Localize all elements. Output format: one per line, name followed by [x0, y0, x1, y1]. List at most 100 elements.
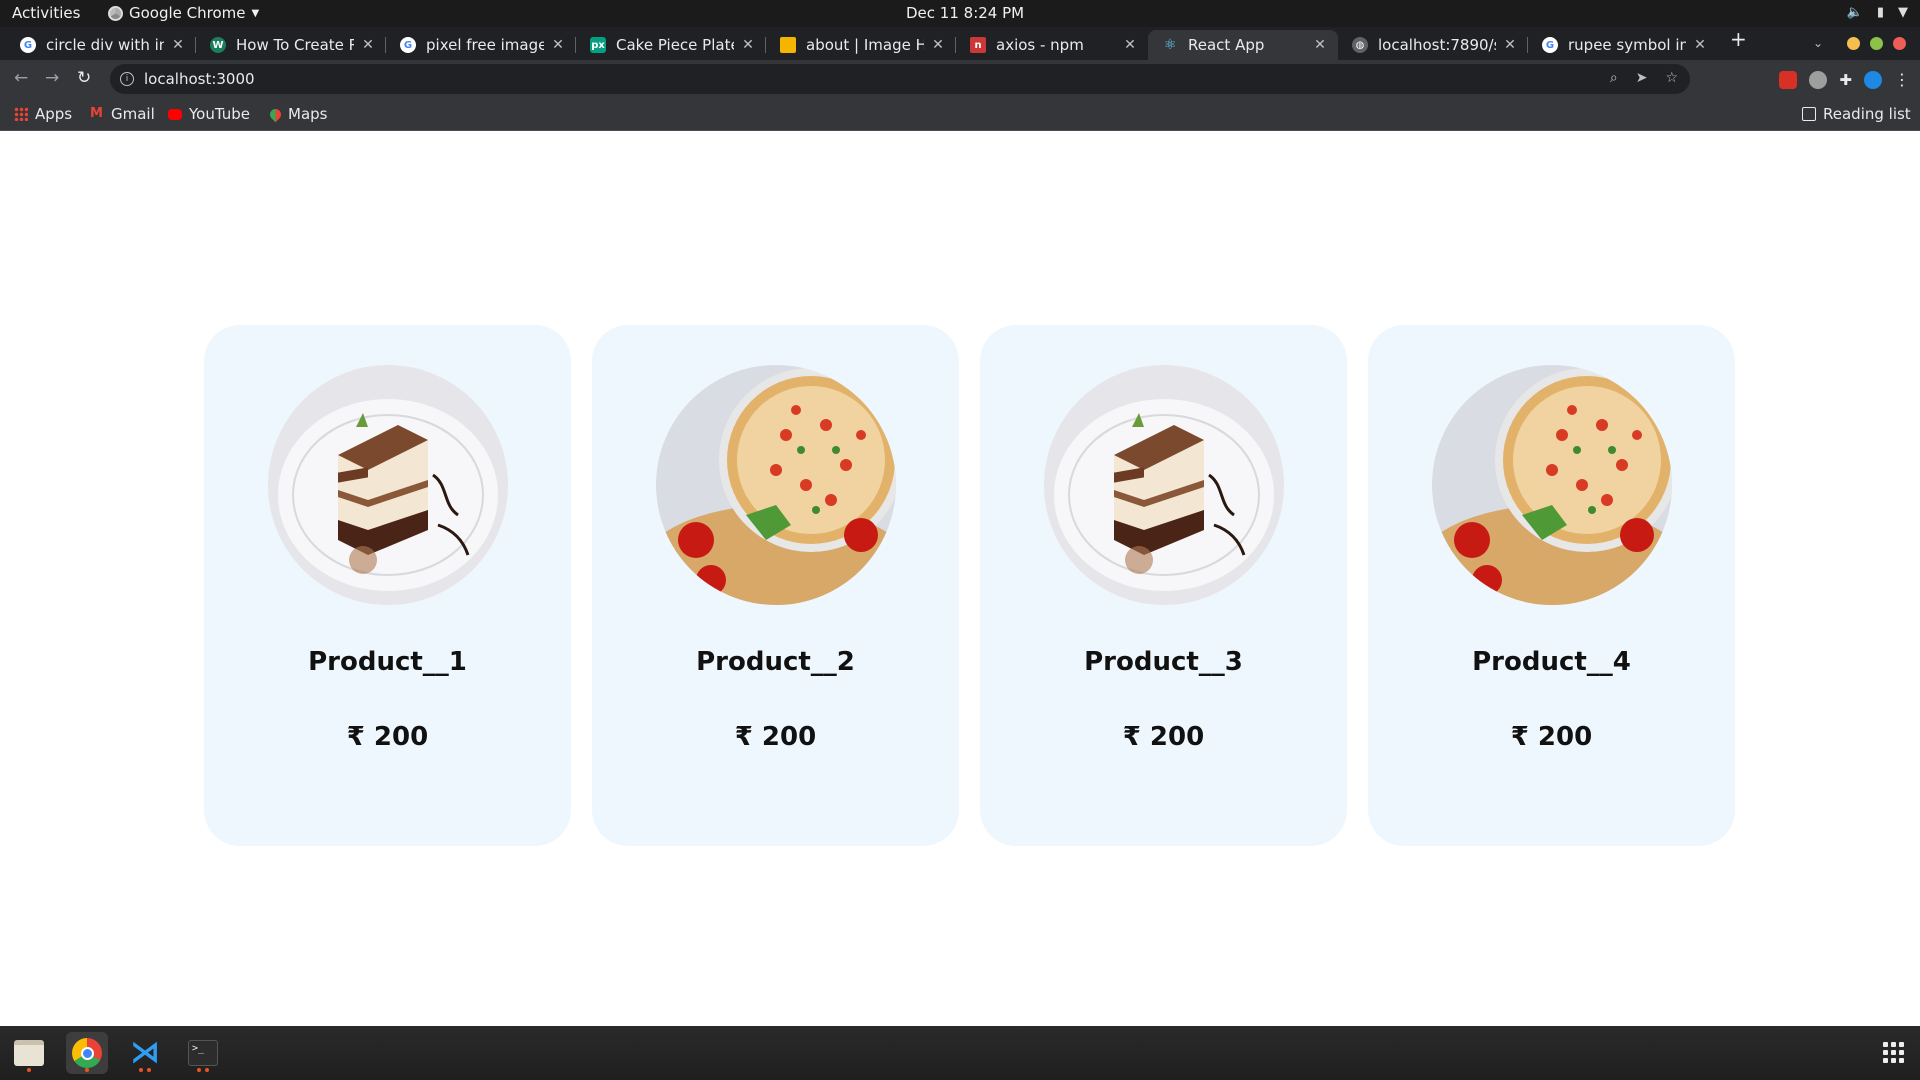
extension-owl-icon[interactable]	[1809, 70, 1828, 89]
product-image-cake	[268, 365, 508, 605]
site-info-icon[interactable]: i	[120, 72, 134, 86]
reload-icon[interactable]: ↻	[77, 68, 91, 88]
volume-icon: 🔈	[1846, 5, 1863, 20]
tab-2[interactable]: W How To Create Ro ✕	[196, 30, 386, 60]
send-icon[interactable]: ➤	[1636, 70, 1648, 86]
product-card[interactable]: Product__2 ₹ 200	[592, 325, 959, 846]
product-name: Product__4	[1472, 647, 1631, 677]
bookmark-label: Gmail	[111, 105, 155, 123]
youtube-icon	[168, 108, 182, 120]
chrome-icon	[108, 5, 123, 21]
product-image-pizza	[1432, 365, 1672, 605]
extensions-area: ✚ ⋮	[1779, 70, 1910, 89]
puzzle-icon[interactable]: ✚	[1839, 71, 1852, 89]
new-tab-plus-icon[interactable]: +	[1730, 27, 1747, 51]
tab-7-active[interactable]: ⚛ React App ✕	[1148, 30, 1338, 60]
activities-button[interactable]: Activities	[12, 4, 80, 22]
react-icon: ⚛	[1163, 37, 1177, 53]
bookmark-label: Apps	[35, 105, 73, 123]
tab-title: circle div with ima	[46, 36, 164, 54]
globe-icon: ◍	[1352, 37, 1368, 53]
terminal-app-button[interactable]: >_	[182, 1032, 224, 1074]
address-url: localhost:3000	[144, 70, 255, 88]
tab-8[interactable]: ◍ localhost:7890/sh ✕	[1338, 30, 1528, 60]
close-icon[interactable]: ✕	[740, 37, 756, 53]
vscode-app-button[interactable]: ⋊	[124, 1032, 166, 1074]
battery-icon: ▮	[1876, 5, 1884, 20]
tab-title: localhost:7890/sh	[1378, 36, 1496, 54]
chevron-down-icon: ▼	[251, 7, 260, 19]
pexels-icon: px	[590, 37, 606, 53]
bookmark-youtube[interactable]: YouTube	[168, 105, 250, 123]
page-content: Product__1 ₹ 200 Product__2 ₹ 200 Produc…	[0, 132, 1920, 1026]
imagehost-icon	[780, 37, 796, 53]
google-icon: G	[400, 37, 416, 53]
chevron-down-icon: ▼	[1898, 5, 1908, 20]
close-icon[interactable]: ✕	[1312, 37, 1328, 53]
back-arrow-icon[interactable]: ←	[14, 68, 28, 88]
minimize-icon[interactable]	[1847, 36, 1860, 50]
zoom-icon[interactable]: ⌕	[1610, 70, 1618, 86]
omnibox-actions: ⌕ ➤ ☆	[1610, 70, 1678, 86]
gmail-icon: M	[90, 106, 103, 121]
bookmark-star-icon[interactable]: ☆	[1665, 70, 1678, 86]
close-window-icon[interactable]	[1893, 36, 1906, 50]
folder-icon	[14, 1040, 44, 1066]
product-price: ₹ 200	[734, 722, 817, 752]
vscode-icon: ⋊	[130, 1035, 160, 1070]
reading-list-icon	[1802, 107, 1816, 121]
tab-search-chevron-icon[interactable]: ⌄	[1813, 36, 1823, 50]
tab-title: How To Create Ro	[236, 36, 354, 54]
bookmarks-bar: Apps M Gmail YouTube Maps Reading list	[0, 98, 1920, 131]
app-menu-label: Google Chrome	[129, 4, 246, 22]
forward-arrow-icon[interactable]: →	[45, 68, 59, 88]
terminal-icon: >_	[188, 1040, 218, 1066]
tab-9[interactable]: G rupee symbol in ht ✕	[1528, 30, 1718, 60]
reading-list-button[interactable]: Reading list	[1802, 105, 1911, 123]
app-menu[interactable]: Google Chrome ▼	[108, 4, 259, 22]
google-icon: G	[1542, 37, 1558, 53]
bookmark-gmail[interactable]: M Gmail	[90, 105, 155, 123]
tab-title: rupee symbol in ht	[1568, 36, 1686, 54]
files-app-button[interactable]	[8, 1032, 50, 1074]
product-card[interactable]: Product__4 ₹ 200	[1368, 325, 1735, 846]
close-icon[interactable]: ✕	[930, 37, 946, 53]
close-icon[interactable]: ✕	[360, 37, 376, 53]
tab-6[interactable]: n axios - npm ✕	[956, 30, 1148, 60]
tab-5[interactable]: about | Image Hos ✕	[766, 30, 956, 60]
bookmark-label: Maps	[288, 105, 328, 123]
product-image-pizza	[656, 365, 896, 605]
browser-toolbar: ← → ↻ i localhost:3000 ⌕ ➤ ☆ ✚ ⋮	[0, 60, 1920, 98]
close-icon[interactable]: ✕	[1122, 37, 1138, 53]
google-icon: G	[20, 37, 36, 53]
w-site-icon: W	[210, 37, 226, 53]
tab-3[interactable]: G pixel free images - ✕	[386, 30, 576, 60]
apps-grid-icon	[14, 107, 28, 121]
maximize-icon[interactable]	[1870, 36, 1883, 50]
extension-red-icon[interactable]	[1779, 70, 1798, 89]
system-top-bar: Activities Google Chrome ▼ Dec 11 8:24 P…	[0, 0, 1920, 27]
system-tray[interactable]: 🔈 ▮ ▼	[1847, 5, 1908, 20]
tab-4[interactable]: px Cake Piece Plate - F ✕	[576, 30, 766, 60]
tab-title: React App	[1188, 36, 1265, 54]
show-apps-grid-icon[interactable]	[1883, 1042, 1904, 1063]
maps-icon	[267, 106, 284, 122]
close-icon[interactable]: ✕	[170, 37, 186, 53]
product-card[interactable]: Product__3 ₹ 200	[980, 325, 1347, 846]
bookmark-apps[interactable]: Apps	[14, 105, 72, 123]
tab-title: Cake Piece Plate - F	[616, 36, 734, 54]
bookmark-maps[interactable]: Maps	[267, 105, 328, 123]
product-name: Product__1	[308, 647, 467, 677]
address-bar[interactable]: i localhost:3000 ⌕ ➤ ☆	[110, 64, 1690, 94]
close-icon[interactable]: ✕	[550, 37, 566, 53]
more-vert-icon[interactable]: ⋮	[1894, 70, 1910, 89]
close-icon[interactable]: ✕	[1692, 37, 1708, 53]
tab-1[interactable]: G circle div with ima ✕	[6, 30, 196, 60]
close-icon[interactable]: ✕	[1502, 37, 1518, 53]
clock[interactable]: Dec 11 8:24 PM	[906, 4, 1024, 22]
profile-avatar[interactable]	[1864, 70, 1882, 89]
npm-icon: n	[970, 37, 986, 53]
chrome-app-button[interactable]	[66, 1032, 108, 1074]
reading-list-label: Reading list	[1823, 105, 1911, 123]
product-card[interactable]: Product__1 ₹ 200	[204, 325, 571, 846]
